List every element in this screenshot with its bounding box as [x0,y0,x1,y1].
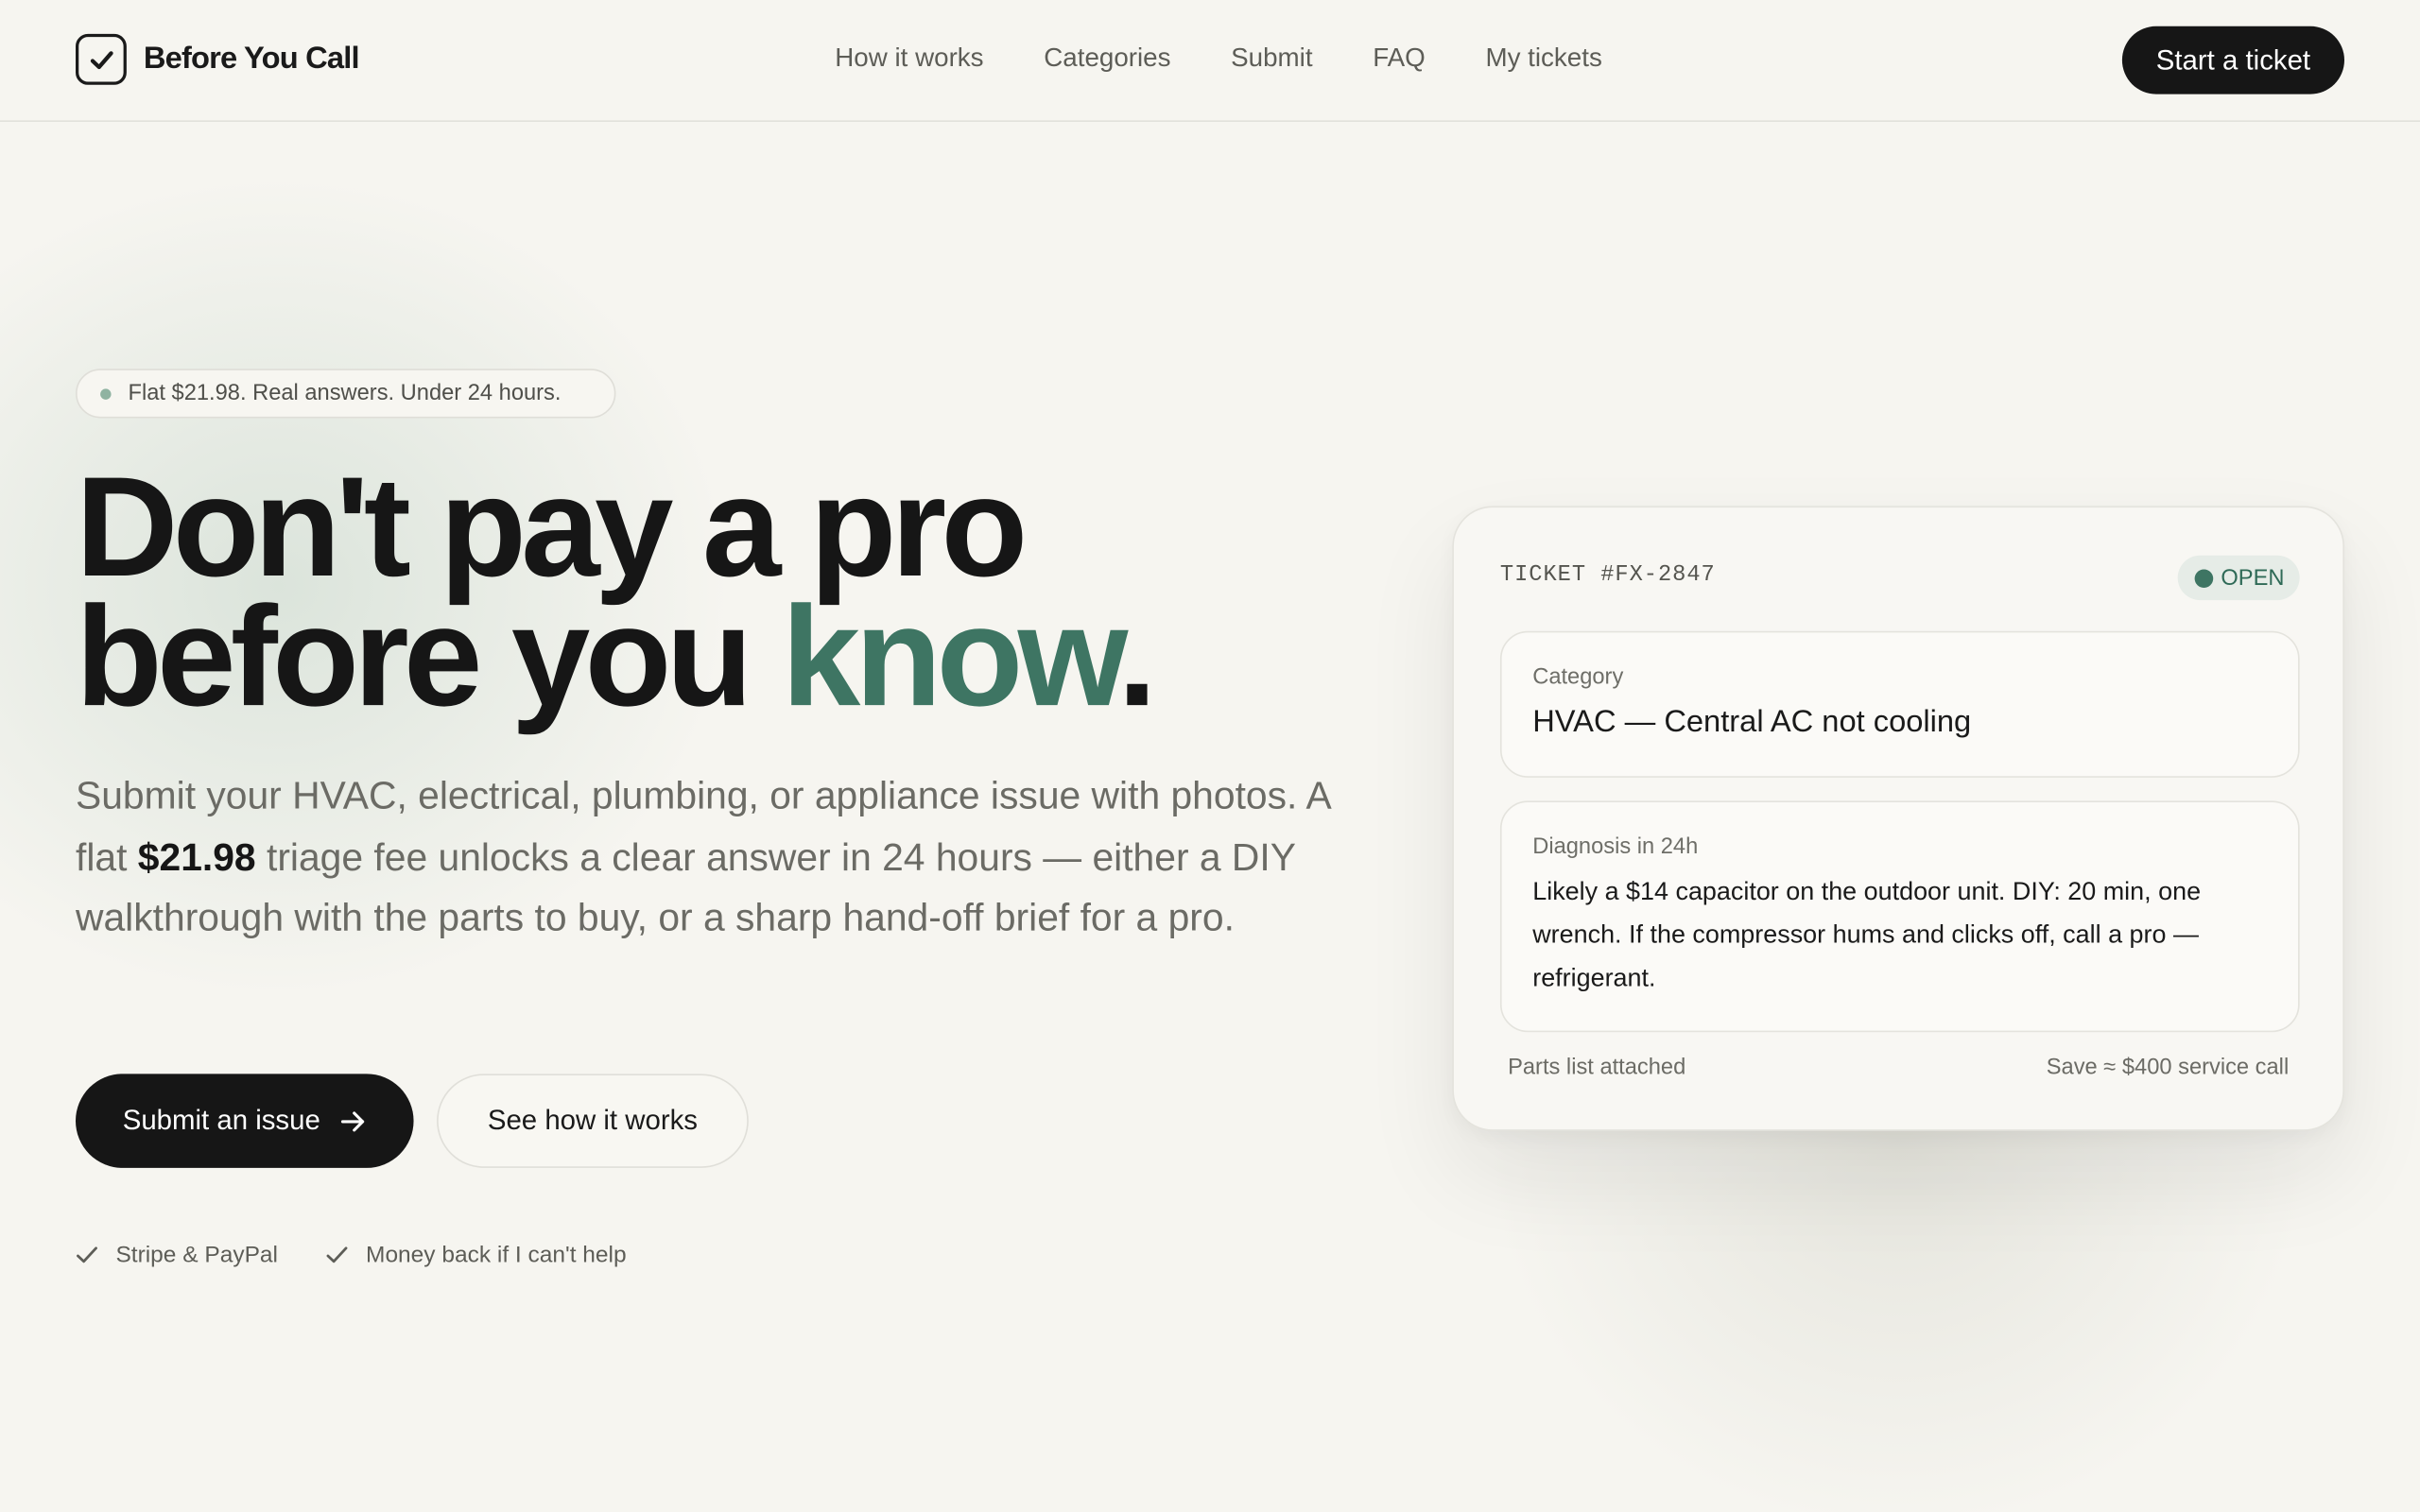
trust-text-money-back: Money back if I can't help [366,1242,627,1269]
trust-text-payments: Stripe & PayPal [115,1242,278,1269]
nav-link-submit[interactable]: Submit [1231,43,1312,75]
check-icon [76,1246,98,1265]
hero-headline: Don't pay a pro before you know. [76,456,1157,728]
nav-link-categories[interactable]: Categories [1044,43,1170,75]
parts-list-note: Parts list attached [1508,1055,1686,1080]
pill-dot-icon [100,387,112,400]
page: Before You Call How it works Categories … [0,0,2420,1512]
diagnosis-field: Diagnosis in 24h Likely a $14 capacitor … [1499,800,2300,1033]
trust-item-money-back: Money back if I can't help [326,1242,627,1268]
check-square-icon [75,33,127,85]
status-badge: OPEN [2177,555,2300,601]
subtitle-price: $21.98 [137,835,256,879]
category-label: Category [1532,664,1624,690]
submit-issue-button[interactable]: Submit an issue [75,1074,414,1168]
arrow-right-icon [338,1108,366,1133]
check-icon [326,1246,349,1265]
see-how-it-works-button[interactable]: See how it works [437,1074,749,1168]
hero-subtitle: Submit your HVAC, electrical, plumbing, … [76,766,1357,949]
nav-link-my-tickets[interactable]: My tickets [1485,43,1601,75]
top-nav: Before You Call How it works Categories … [0,0,2420,122]
subtitle-part-b: triage fee unlocks a clear answer in 24 … [75,835,1296,940]
ticket-id: TICKET #FX-2847 [1499,562,1716,589]
nav-link-faq[interactable]: FAQ [1373,43,1426,75]
savings-note: Save ≈ $400 service call [2046,1055,2290,1080]
headline-line-2a: before you [75,578,782,736]
headline-period: . [1117,578,1157,736]
diagnosis-label: Diagnosis in 24h [1532,834,1699,860]
pricing-pill: Flat $21.98. Real answers. Under 24 hour… [75,369,616,419]
trust-badges: Stripe & PayPal Money back if I can't he… [76,1242,674,1268]
ticket-preview-card: TICKET #FX-2847 OPEN Category HVAC — Cen… [1452,506,2344,1131]
submit-issue-label: Submit an issue [122,1104,320,1136]
diagnosis-value: Likely a $14 capacitor on the outdoor un… [1532,877,2202,992]
trust-item-payments: Stripe & PayPal [76,1242,278,1268]
nav-links: How it works Categories Submit FAQ My ti… [835,43,1602,75]
brand-name: Before You Call [143,42,360,76]
start-ticket-button[interactable]: Start a ticket [2121,26,2344,94]
brand-logo[interactable]: Before You Call [75,33,360,85]
pill-text: Flat $21.98. Real answers. Under 24 hour… [128,381,562,406]
status-text: OPEN [2221,565,2285,591]
category-field: Category HVAC — Central AC not cooling [1499,630,2300,778]
category-value: HVAC — Central AC not cooling [1532,705,1972,740]
nav-link-how-it-works[interactable]: How it works [835,43,983,75]
headline-accent: know [781,578,1123,736]
status-dot-icon [2194,568,2214,588]
